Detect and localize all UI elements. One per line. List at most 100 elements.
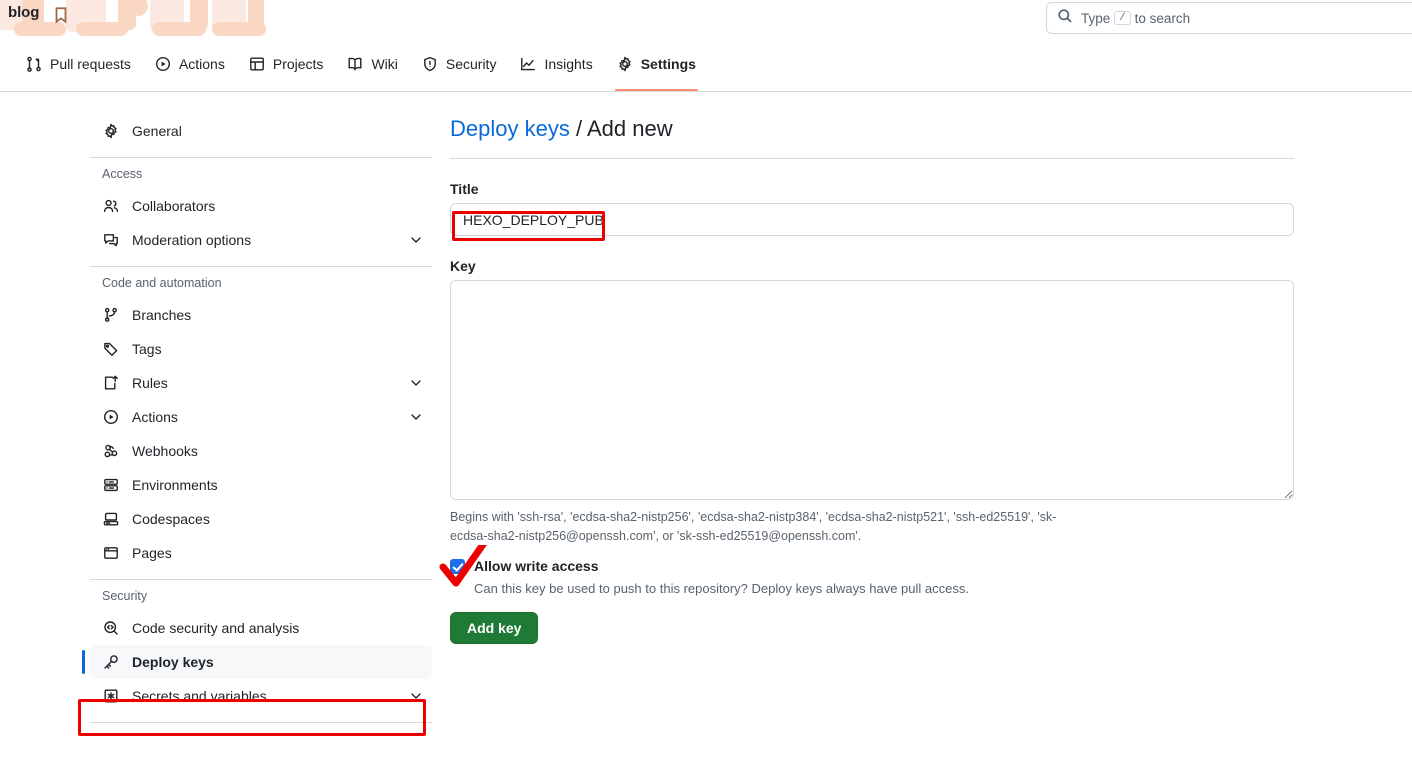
sidebar-divider [90,157,432,158]
people-icon [102,197,120,215]
sidebar-item-label: General [132,123,182,139]
sidebar-group-title: Code and automation [102,276,222,290]
top-header-bar: blog Type / to search [0,0,1412,36]
sidebar-item-tags[interactable]: Tags [90,332,432,366]
server-icon [102,476,120,494]
repository-nav: Pull requests Actions Projects Wiki Security… [0,36,1412,92]
sidebar-divider [90,579,432,580]
allow-write-access-description: Can this key be used to push to this rep… [474,581,969,596]
title-field-label: Title [450,181,479,197]
search-placeholder-prefix: Type [1081,10,1111,26]
sidebar-item-actions[interactable]: Actions [90,400,432,434]
rules-icon [102,374,120,392]
sidebar-item-branches[interactable]: Branches [90,298,432,332]
chevron-down-icon[interactable] [408,232,424,248]
git-pull-request-icon [26,56,42,72]
tag-icon [102,340,120,358]
table-icon [249,56,265,72]
sidebar-item-rules[interactable]: Rules [90,366,432,400]
chevron-down-icon[interactable] [408,375,424,391]
sidebar-item-label: Code security and analysis [132,620,300,636]
search-placeholder: Type / to search [1081,11,1190,26]
sidebar-item-deploy-keys[interactable]: Deploy keys [82,645,432,679]
repo-nav-tab-actions[interactable]: Actions [143,36,237,91]
webhook-icon [102,442,120,460]
gear-icon [617,56,633,72]
breadcrumb: Deploy keys / Add new [450,114,1294,159]
repo-nav-tab-security[interactable]: Security [410,36,509,91]
repo-nav-tab-projects[interactable]: Projects [237,36,336,91]
allow-write-access-title: Allow write access [474,558,599,574]
comment-discussion-icon [102,231,120,249]
sidebar-item-pages[interactable]: Pages [90,536,432,570]
sidebar-item-codespaces[interactable]: Codespaces [90,502,432,536]
breadcrumb-deploy-keys-link[interactable]: Deploy keys [450,116,570,141]
search-slash-key: / [1114,11,1131,25]
sidebar-item-label: Secrets and variables [132,688,267,704]
gear-icon [102,122,120,140]
allow-write-access-row: Allow write access [450,556,1294,576]
sidebar-item-moderation-options[interactable]: Moderation options [90,223,432,257]
skeleton-placeholder [128,0,148,16]
main-panel: Deploy keys / Add new Title Key Begins w… [450,114,1294,644]
page-root: blog Type / to search Pull requests Actio… [0,0,1412,784]
add-key-button[interactable]: Add key [450,612,539,644]
breadcrumb-separator: / [575,116,583,141]
codespaces-icon [102,510,120,528]
allow-write-access-checkbox[interactable] [450,559,465,574]
repo-nav-tab-insights[interactable]: Insights [508,36,604,91]
chevron-down-icon[interactable] [408,688,424,704]
play-circle-icon [102,408,120,426]
sidebar-item-label: Branches [132,307,192,323]
title-input[interactable] [450,203,1294,236]
sidebar-item-label: Collaborators [132,198,216,214]
search-input[interactable]: Type / to search [1046,2,1412,34]
git-branch-icon [102,306,120,324]
skeleton-placeholder [248,0,264,30]
sidebar-group-title: Security [102,589,148,603]
play-circle-icon [155,56,171,72]
repo-nav-tab-label: Projects [272,55,324,72]
repo-nav-tab-settings[interactable]: Settings [605,36,708,91]
bookmark-icon[interactable] [52,5,70,25]
sidebar-item-label: Rules [132,375,168,391]
search-placeholder-suffix: to search [1134,10,1191,26]
sidebar-item-label: Tags [132,341,162,357]
sidebar-divider [90,266,432,267]
key-format-hint: Begins with 'ssh-rsa', 'ecdsa-sha2-nistp… [450,508,1080,546]
skeleton-placeholder [190,0,208,30]
sidebar-item-label: Environments [132,477,218,493]
repo-nav-tab-label: Insights [544,55,593,72]
sidebar-item-collaborators[interactable]: Collaborators [90,189,432,223]
repo-nav-tab-label: Pull requests [50,55,131,72]
sidebar-group-title: Access [102,167,143,181]
key-textarea[interactable] [450,280,1294,500]
key-field-label: Key [450,258,476,274]
repo-nav-tab-label: Settings [640,55,696,72]
repo-nav-tab-label: Wiki [371,55,398,72]
sidebar-item-code-security-and-analysis[interactable]: Code security and analysis [90,611,432,645]
sidebar-item-secrets-and-variables[interactable]: Secrets and variables [90,679,432,713]
key-icon [102,653,120,671]
key-format-hint-line-1: Begins with 'ssh-rsa', 'ecdsa-sha2-nistp… [450,510,1034,524]
repo-nav-tab-pull-requests[interactable]: Pull requests [14,36,143,91]
sidebar-item-label: Actions [132,409,178,425]
sidebar-item-webhooks[interactable]: Webhooks [90,434,432,468]
sidebar-item-environments[interactable]: Environments [90,468,432,502]
allow-write-access-label: Allow write access [474,556,599,576]
code-scan-icon [102,619,120,637]
sidebar-item-label: Pages [132,545,172,561]
graph-icon [520,56,536,72]
repository-nav-items: Pull requests Actions Projects Wiki Security… [14,36,708,91]
sidebar-item-label: Moderation options [132,232,252,248]
settings-sidebar: General Access Collaborators Moderation opt… [82,114,432,732]
sidebar-item-label: Codespaces [132,511,210,527]
repo-nav-tab-wiki[interactable]: Wiki [335,36,409,91]
sidebar-item-general[interactable]: General [90,114,432,148]
sidebar-item-label: Deploy keys [132,654,214,670]
browser-icon [102,544,120,562]
chevron-down-icon[interactable] [408,409,424,425]
repository-name[interactable]: blog [8,4,39,21]
shield-alert-icon [422,56,438,72]
page-content: General Access Collaborators Moderation opt… [0,92,1412,784]
